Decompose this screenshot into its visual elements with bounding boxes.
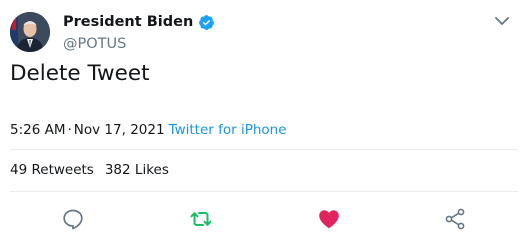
tweet-meta: 5:26 AM · Nov 17, 2021 Twitter for iPhone bbox=[10, 122, 287, 139]
share-icon bbox=[445, 208, 465, 230]
tweet-card: President Biden @POTUS Delete Tweet 5:26… bbox=[0, 0, 529, 252]
tweet-time[interactable]: 5:26 AM bbox=[10, 122, 66, 138]
like-button[interactable] bbox=[316, 206, 342, 232]
tweet-source-link[interactable]: Twitter for iPhone bbox=[169, 122, 287, 138]
author-display-name[interactable]: President Biden bbox=[63, 13, 193, 31]
divider-bottom bbox=[10, 191, 518, 192]
retweets-stat[interactable]: 49 Retweets bbox=[10, 162, 94, 178]
avatar[interactable] bbox=[10, 12, 50, 52]
avatar-portrait-icon bbox=[10, 12, 50, 52]
tweet-stats: 49 Retweets 382 Likes bbox=[10, 162, 180, 179]
retweets-count: 49 bbox=[10, 162, 28, 178]
speech-bubble-icon bbox=[63, 209, 83, 230]
author-handle[interactable]: @POTUS bbox=[63, 35, 126, 53]
share-button[interactable] bbox=[442, 206, 468, 232]
heart-icon bbox=[319, 210, 339, 229]
likes-stat[interactable]: 382 Likes bbox=[105, 162, 169, 178]
retweet-button[interactable] bbox=[188, 206, 214, 232]
tweet-date[interactable]: Nov 17, 2021 bbox=[74, 122, 165, 138]
verified-badge-icon bbox=[199, 14, 215, 30]
likes-label: Likes bbox=[134, 162, 169, 178]
tweet-text: Delete Tweet bbox=[10, 61, 150, 86]
divider-top bbox=[10, 149, 518, 150]
retweets-label: Retweets bbox=[31, 162, 94, 178]
meta-separator: · bbox=[67, 122, 72, 138]
chevron-down-icon[interactable] bbox=[493, 14, 511, 28]
author-name-row: President Biden bbox=[63, 13, 215, 31]
retweet-icon bbox=[190, 212, 212, 226]
reply-button[interactable] bbox=[60, 206, 86, 232]
likes-count: 382 bbox=[104, 162, 131, 178]
